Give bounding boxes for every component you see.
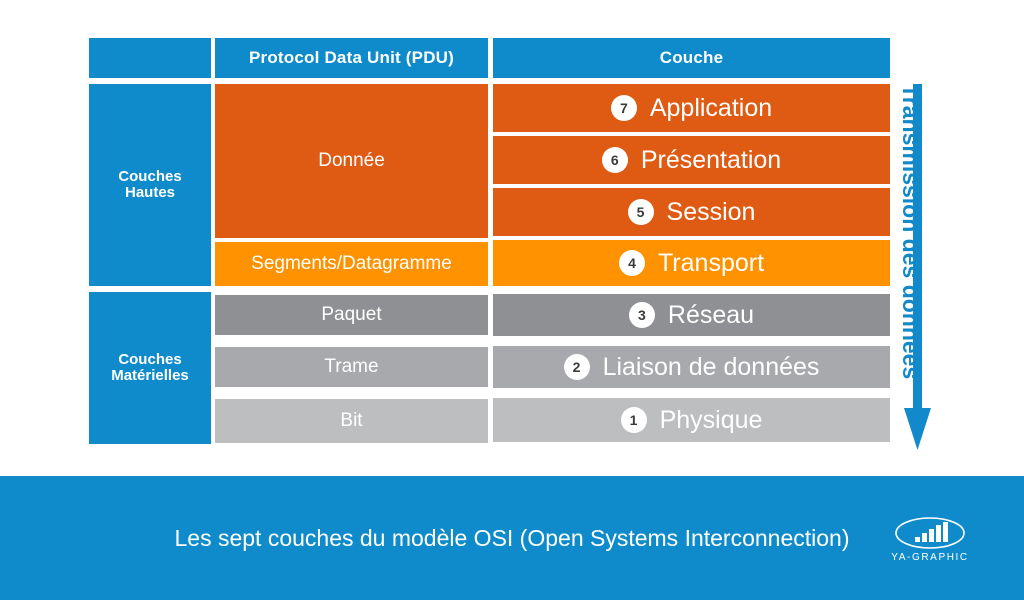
pdu-label: Donnée: [318, 150, 385, 172]
pdu-cell-segments-datagramme: Segments/Datagramme: [215, 242, 488, 286]
footer-bar: Les sept couches du modèle OSI (Open Sys…: [0, 476, 1024, 600]
transmission-label: Transmission des données: [898, 84, 924, 380]
transmission-indicator: Transmission des données: [898, 84, 1024, 450]
header-corner-cell: [89, 38, 211, 78]
header-layer-cell: Couche: [493, 38, 890, 78]
layer-number-badge: 5: [627, 199, 654, 225]
bar-chart-ellipse-icon: [895, 517, 965, 549]
layer-number-badge: 4: [618, 250, 645, 276]
pdu-label: Paquet: [321, 304, 382, 326]
layer-row-6-presentation: 6 Présentation: [493, 136, 890, 184]
layer-name: Application: [649, 93, 773, 122]
osi-model-diagram: Protocol Data Unit (PDU) Couche Couches …: [0, 0, 1024, 600]
layer-name: Transport: [657, 248, 765, 277]
header-pdu-label: Protocol Data Unit (PDU): [248, 48, 455, 68]
layer-number-badge: 6: [601, 147, 628, 173]
layer-row-3-reseau: 3 Réseau: [493, 294, 890, 336]
layer-name: Présentation: [640, 145, 782, 174]
ya-graphic-logo: YA-GRAPHIC: [884, 516, 976, 568]
pdu-label: Trame: [324, 356, 379, 378]
layer-row-1-physique: 1 Physique: [493, 398, 890, 442]
footer-caption: Les sept couches du modèle OSI (Open Sys…: [174, 524, 850, 551]
pdu-cell-trame: Trame: [215, 347, 488, 387]
layer-name: Réseau: [667, 300, 755, 329]
layer-number-badge: 1: [620, 407, 647, 433]
group-label-line-2: Hautes: [124, 184, 176, 201]
pdu-cell-paquet: Paquet: [215, 295, 488, 335]
layer-row-2-liaison-de-donnees: 2 Liaison de données: [493, 346, 890, 388]
group-label-line-1: Couches: [118, 351, 182, 369]
pdu-label: Segments/Datagramme: [251, 253, 452, 275]
group-label-line-2: Matérielles: [111, 367, 189, 384]
layer-number-badge: 7: [610, 95, 637, 121]
logo-text: YA-GRAPHIC: [891, 552, 969, 563]
group-label-couches-hautes: Couches Hautes: [89, 84, 211, 286]
header-layer-label: Couche: [659, 48, 724, 68]
layer-name: Physique: [659, 405, 763, 434]
group-label-couches-materielles: Couches Matérielles: [89, 292, 211, 444]
pdu-cell-bit: Bit: [215, 399, 488, 443]
group-label-line-1: Couches: [118, 168, 182, 186]
layer-row-7-application: 7 Application: [493, 84, 890, 132]
pdu-label: Bit: [340, 410, 363, 432]
layer-row-5-session: 5 Session: [493, 188, 890, 236]
layer-row-4-transport: 4 Transport: [493, 240, 890, 286]
layer-number-badge: 3: [628, 302, 655, 328]
layer-number-badge: 2: [563, 354, 590, 380]
layer-name: Liaison de données: [602, 352, 820, 381]
layer-name: Session: [666, 197, 756, 226]
header-pdu-cell: Protocol Data Unit (PDU): [215, 38, 488, 78]
pdu-cell-donnee: Donnée: [215, 84, 488, 238]
